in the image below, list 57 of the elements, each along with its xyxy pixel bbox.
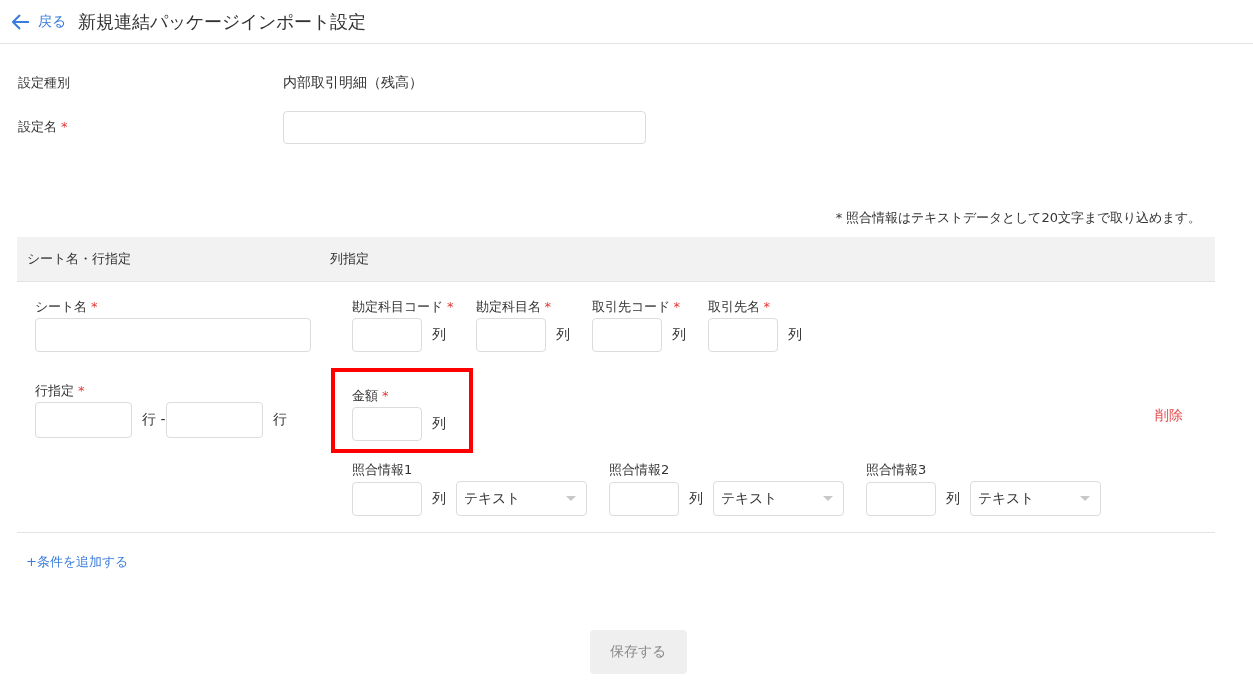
add-condition-link[interactable]: +条件を追加する <box>26 553 128 571</box>
field-label: 取引先コード <box>591 299 670 314</box>
note-text: * 照合情報はテキストデータとして20文字まで取り込めます。 <box>834 209 1202 227</box>
type-dropdown[interactable]: テキスト <box>970 481 1101 516</box>
column-header: シート名・行指定 <box>26 250 132 268</box>
column-field[interactable] <box>707 318 778 352</box>
unit-label: 列 <box>671 326 686 344</box>
dropdown-caret-icon <box>1080 496 1090 501</box>
column-field[interactable] <box>352 318 422 352</box>
field-label: 行指定 <box>35 383 74 398</box>
required-mark: * <box>447 299 454 314</box>
required-mark: * <box>673 299 680 314</box>
unit-label: 列 <box>555 326 570 344</box>
column-field[interactable] <box>352 407 422 441</box>
field-label: 照合情報1 <box>352 462 413 477</box>
required-mark: * <box>91 299 98 314</box>
unit-label: 列 <box>946 489 960 508</box>
required-mark: * <box>544 299 551 314</box>
setting-value: 内部取引明細（残高） <box>283 74 423 92</box>
required-mark: * <box>61 119 68 134</box>
unit-label: 列 <box>432 326 446 344</box>
unit-label: 列 <box>432 415 446 433</box>
back-link[interactable]: 戻る <box>12 12 66 31</box>
column-field[interactable] <box>475 318 546 352</box>
field-label: 勘定科目名 <box>475 299 541 314</box>
setting-label: 設定名 <box>18 119 57 134</box>
setting-name-field[interactable] <box>283 110 646 144</box>
required-mark: * <box>382 388 389 403</box>
column-field[interactable] <box>591 318 662 352</box>
delete-link[interactable]: 削除 <box>1155 407 1183 425</box>
field-label: 照合情報2 <box>609 462 670 477</box>
field-label: シート名 <box>35 299 87 314</box>
column-field[interactable] <box>352 481 422 516</box>
unit-label: 列 <box>689 489 703 508</box>
back-arrow-icon <box>12 13 30 30</box>
end-row-field[interactable] <box>165 402 263 438</box>
sheet-name-field[interactable] <box>35 318 311 352</box>
column-field[interactable] <box>609 481 679 516</box>
field-label: 金額 <box>352 388 378 403</box>
start-row-field[interactable] <box>35 402 132 438</box>
field-label: 取引先名 <box>707 299 760 314</box>
type-dropdown[interactable]: テキスト <box>713 481 844 516</box>
setting-label: 設定種別 <box>18 75 70 90</box>
column-field[interactable] <box>866 481 936 516</box>
page-title: 新規連結パッケージインポート設定 <box>78 9 366 34</box>
required-mark: * <box>763 299 770 314</box>
unit-label: 行 - <box>142 411 166 429</box>
dropdown-caret-icon <box>566 496 576 501</box>
field-label: 勘定科目コード <box>352 299 443 314</box>
dropdown-caret-icon <box>823 496 833 501</box>
column-header: 列指定 <box>330 250 369 268</box>
required-mark: * <box>78 383 85 398</box>
unit-label: 行 <box>272 411 287 429</box>
type-dropdown[interactable]: テキスト <box>456 481 587 516</box>
unit-label: 列 <box>432 489 446 508</box>
field-label: 照合情報3 <box>866 462 927 477</box>
unit-label: 列 <box>787 326 802 344</box>
